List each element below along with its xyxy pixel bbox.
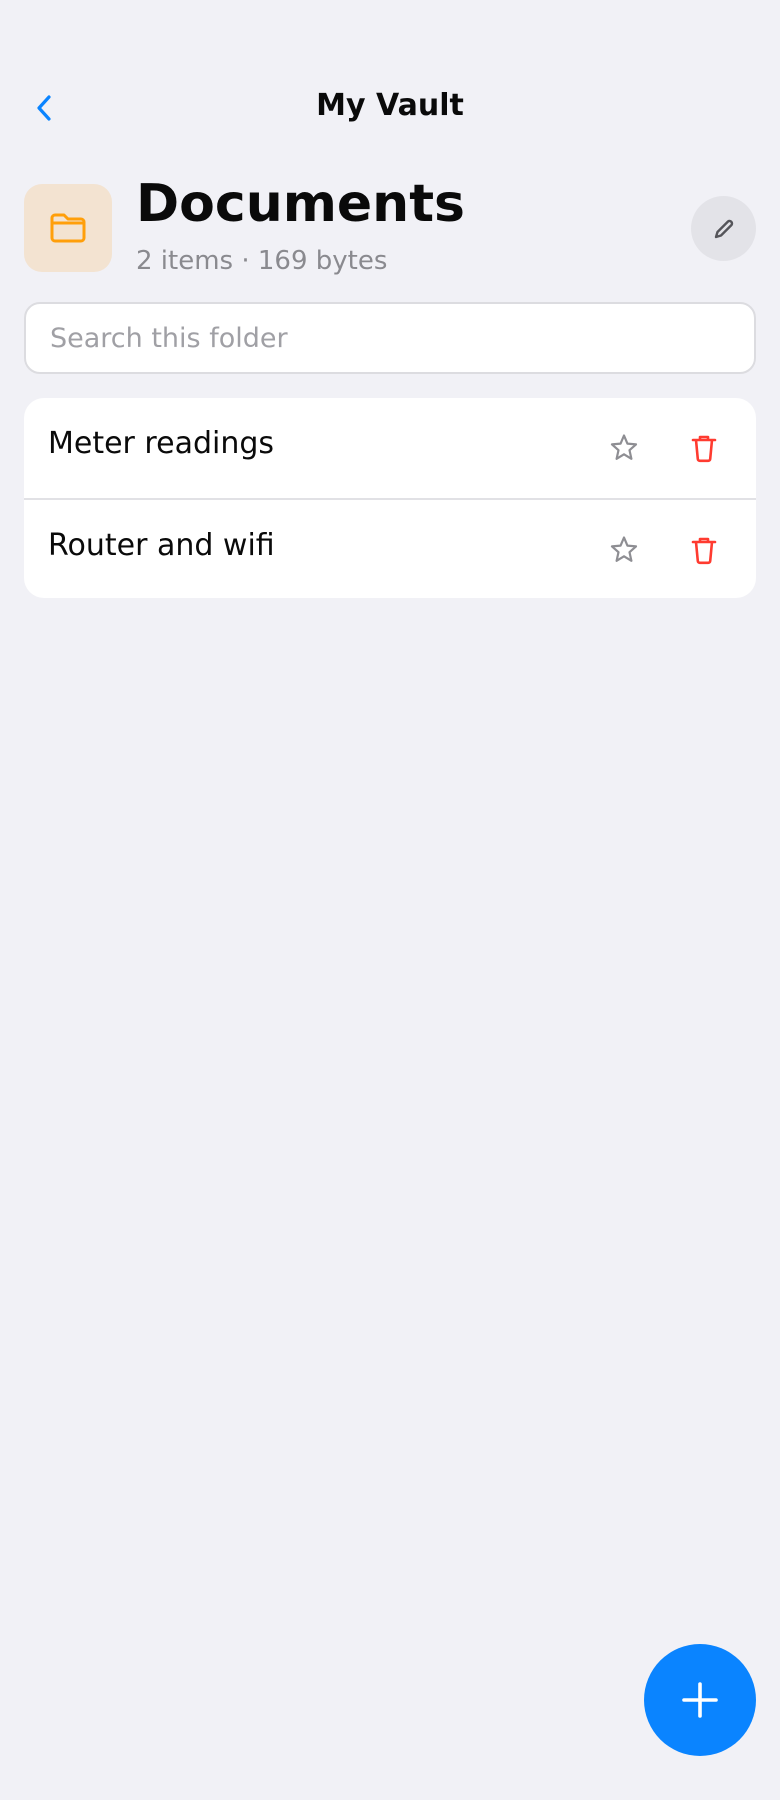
favorite-button[interactable] — [602, 426, 646, 470]
folder-title: Documents — [136, 174, 466, 234]
search-field[interactable] — [24, 302, 756, 374]
edit-folder-button[interactable] — [691, 196, 756, 261]
trash-icon — [691, 435, 717, 463]
list-item[interactable]: Router and wifi — [24, 498, 756, 598]
search-input[interactable] — [26, 304, 754, 372]
folder-icon — [50, 213, 86, 243]
item-label: Meter readings — [48, 426, 275, 461]
folder-meta: 2 items · 169 bytes — [136, 246, 388, 276]
delete-button[interactable] — [682, 528, 726, 572]
plus-icon — [682, 1682, 718, 1718]
star-icon — [610, 434, 638, 460]
star-icon — [610, 536, 638, 562]
list-item[interactable]: Meter readings — [24, 398, 756, 498]
delete-button[interactable] — [682, 426, 726, 470]
item-list: Meter readings Router and wifi — [24, 398, 756, 598]
folder-screen: My Vault Documents 2 items · 169 bytes M… — [0, 0, 780, 1800]
nav-title: My Vault — [316, 88, 464, 123]
item-label: Router and wifi — [48, 528, 275, 563]
favorite-button[interactable] — [602, 528, 646, 572]
pencil-icon — [714, 219, 733, 238]
trash-icon — [691, 537, 717, 565]
add-item-button[interactable] — [644, 1644, 756, 1756]
folder-tile — [24, 184, 112, 272]
navigation-bar: My Vault — [0, 70, 780, 146]
